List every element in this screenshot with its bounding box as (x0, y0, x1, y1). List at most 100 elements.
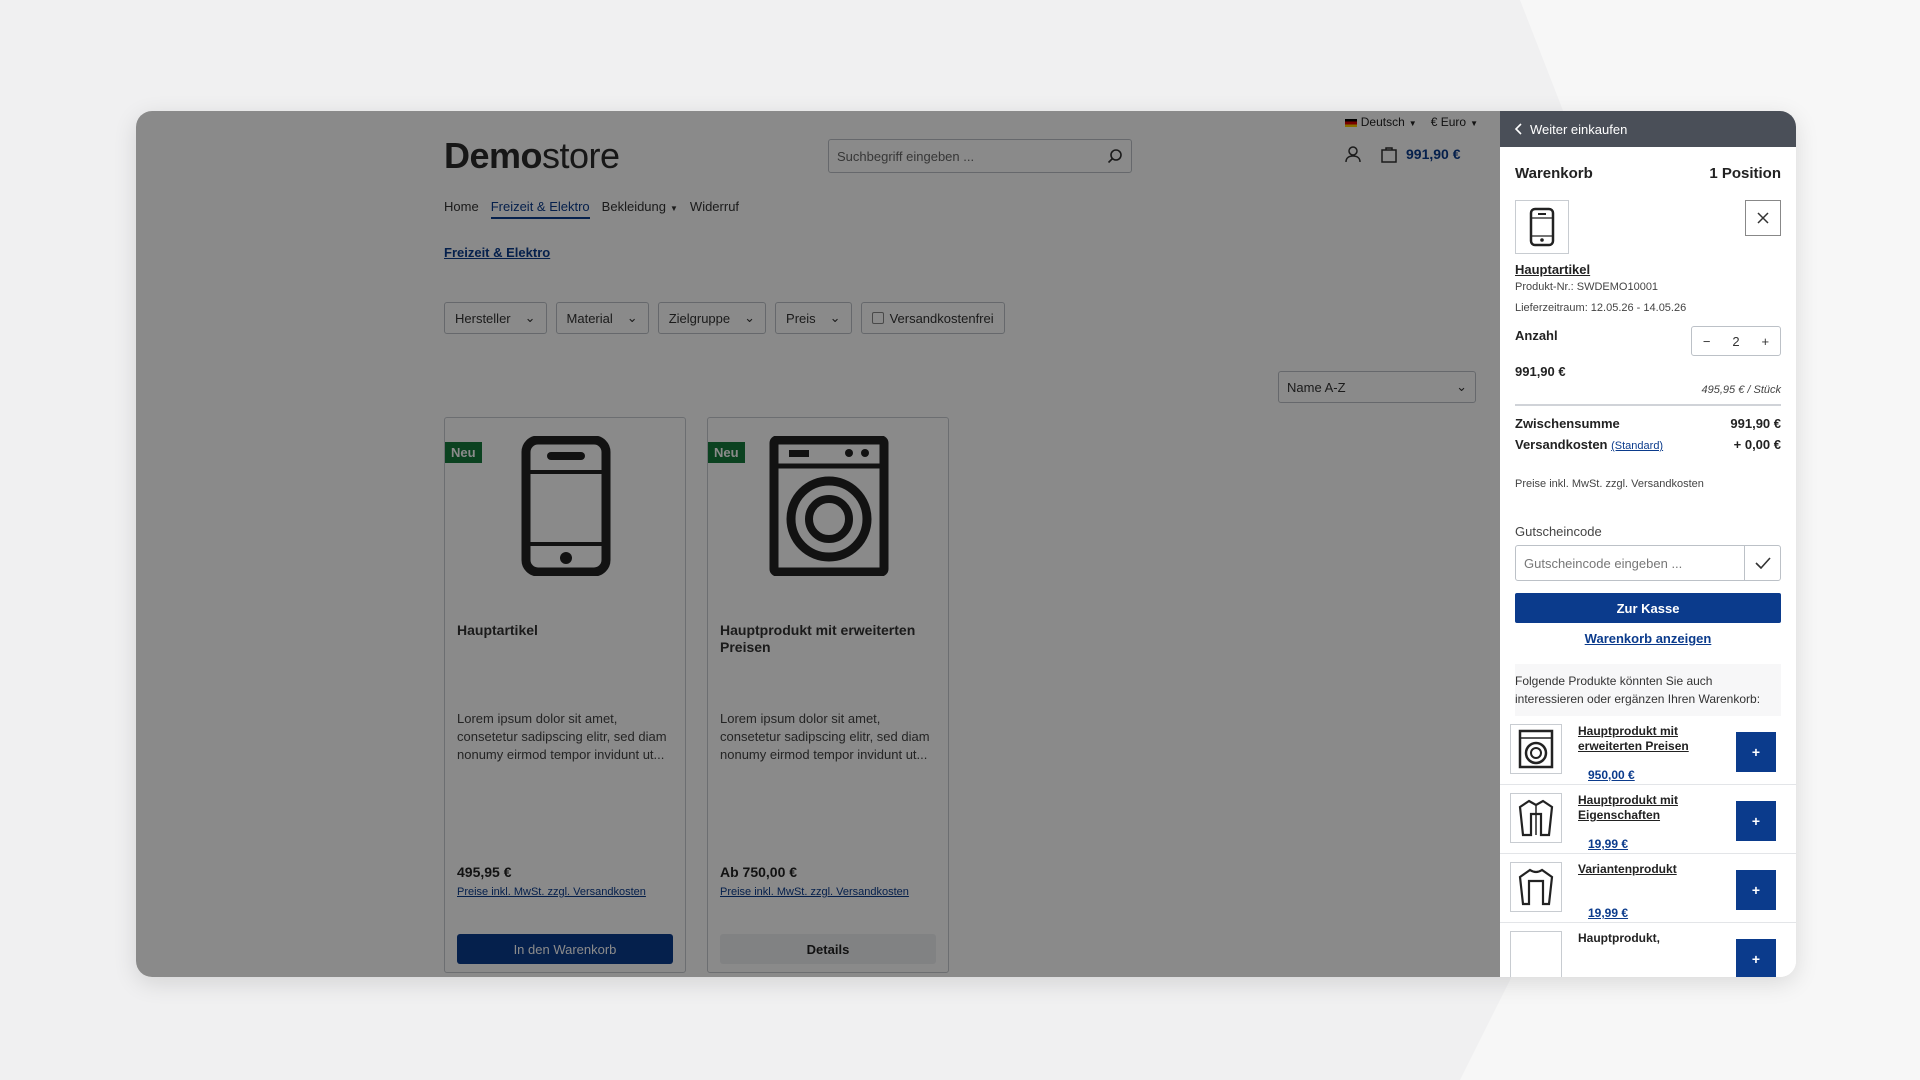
vat-link[interactable]: Preise inkl. MwSt. zzgl. Versandkosten (720, 886, 909, 898)
coupon-input[interactable]: Gutscheincode eingeben ... (1516, 546, 1744, 580)
user-icon[interactable] (1344, 145, 1362, 163)
caret-down-icon: ▼ (1470, 119, 1478, 128)
jacket-icon (1518, 799, 1554, 837)
cart-header: Warenkorb 1 Position (1515, 165, 1781, 182)
close-icon (1757, 212, 1769, 224)
nav-widerruf[interactable]: Widerruf (690, 199, 739, 219)
tax-note: Preise inkl. MwSt. zzgl. Versandkosten (1515, 478, 1704, 490)
vat-link[interactable]: Preise inkl. MwSt. zzgl. Versandkosten (457, 886, 646, 898)
cart-total: 991,90 € (1406, 146, 1461, 162)
product-card[interactable]: Neu Hauptprodukt mit erweiterten Preisen… (707, 417, 949, 973)
quantity-label: Anzahl (1515, 327, 1558, 343)
sort-value: Name A-Z (1287, 379, 1346, 395)
nav-freizeit-elektro[interactable]: Freizeit & Elektro (490, 199, 590, 219)
nav-bekleidung[interactable]: Bekleidung ▼ (602, 199, 678, 219)
recommendation-name[interactable]: Hauptprodukt mit Eigenschaften (1578, 793, 1704, 823)
breadcrumb[interactable]: Freizeit & Elektro (444, 245, 550, 260)
shipping-method-link[interactable]: (Standard) (1611, 440, 1663, 452)
washing-machine-icon (769, 436, 889, 576)
nav-bekleidung-label: Bekleidung (601, 199, 666, 214)
line-item-total: 991,90 € (1515, 364, 1566, 379)
divider (1515, 404, 1781, 406)
chevron-left-icon (1514, 123, 1522, 135)
recommendation-item: Variantenprodukt 19,99 € + (1500, 854, 1796, 923)
caret-down-icon: ▼ (670, 204, 678, 213)
chevron-down-icon: ⌄ (744, 310, 756, 325)
recommendation-item: Hauptprodukt mit Eigenschaften 19,99 € + (1500, 785, 1796, 854)
currency-label: € Euro (1430, 115, 1467, 129)
product-price: 495,95 € (457, 864, 512, 880)
product-card[interactable]: Neu Hauptartikel Lorem ipsum dolor sit a… (444, 417, 686, 973)
quantity-value[interactable]: 2 (1732, 334, 1739, 349)
search-input[interactable]: Suchbegriff eingeben ... (828, 139, 1132, 173)
cart-button[interactable]: 991,90 € (1380, 145, 1461, 163)
recommendation-info: Hauptprodukt mit Eigenschaften (1578, 793, 1704, 823)
shop-page: Deutsch ▼ € Euro ▼ Demostore Suchbegriff e… (136, 111, 1500, 977)
line-item-image[interactable] (1515, 200, 1569, 254)
filter-zielgruppe[interactable]: Zielgruppe ⌄ (657, 302, 767, 334)
recommendation-info: Hauptprodukt, (1578, 931, 1704, 946)
chevron-down-icon: ⌄ (829, 310, 841, 325)
recommendation-image[interactable] (1510, 793, 1562, 843)
checkbox[interactable] (871, 312, 884, 324)
details-button[interactable]: Details (720, 934, 936, 964)
top-bar: Deutsch ▼ € Euro ▼ (1344, 111, 1478, 133)
language-switch[interactable]: Deutsch ▼ (1344, 115, 1417, 129)
bag-icon (1381, 147, 1397, 163)
filter-preis[interactable]: Preis ⌄ (775, 302, 852, 334)
position-count: 1 Position (1709, 165, 1781, 182)
browser-frame: Deutsch ▼ € Euro ▼ Demostore Suchbegriff e… (136, 111, 1796, 977)
coupon-submit-button[interactable] (1744, 546, 1780, 580)
nav-home[interactable]: Home (444, 199, 479, 219)
smartphone-icon (1529, 207, 1555, 247)
quantity-stepper[interactable]: − 2 + (1691, 326, 1781, 356)
line-item-name[interactable]: Hauptartikel (1515, 262, 1781, 277)
new-badge: Neu (708, 442, 745, 463)
search-icon[interactable] (1107, 148, 1123, 164)
filter-versandkostenfrei[interactable]: Versandkostenfrei (860, 302, 1005, 334)
delivery-time: Lieferzeitraum: 12.05.26 - 14.05.26 (1515, 302, 1687, 314)
caret-down-icon: ▼ (1408, 119, 1417, 128)
german-flag-icon (1344, 118, 1357, 127)
subtotal-value: 991,90 € (1730, 416, 1781, 431)
subtotal-row: Zwischensumme 991,90 € (1515, 416, 1781, 431)
view-cart-link[interactable]: Warenkorb anzeigen (1515, 631, 1781, 646)
checkout-button[interactable]: Zur Kasse (1515, 593, 1781, 623)
filter-material[interactable]: Material ⌄ (555, 302, 649, 334)
quantity-row: Anzahl − 2 + (1515, 326, 1781, 356)
product-name[interactable]: Hauptprodukt mit erweiterten Preisen (720, 622, 940, 656)
filter-hersteller[interactable]: Hersteller ⌄ (444, 302, 547, 334)
add-to-cart-button[interactable]: In den Warenkorb (457, 934, 673, 964)
recommendation-name[interactable]: Hauptprodukt, (1578, 931, 1704, 946)
recommendation-name[interactable]: Variantenprodukt (1578, 862, 1704, 877)
product-description: Lorem ipsum dolor sit amet, consetetur s… (720, 711, 930, 762)
filter-label: Versandkostenfrei (889, 310, 994, 326)
add-recommendation-button[interactable]: + (1736, 801, 1776, 841)
add-recommendation-button[interactable]: + (1736, 939, 1776, 977)
sort-select[interactable]: Name A-Z ⌄ (1278, 371, 1476, 403)
currency-switch[interactable]: € Euro ▼ (1431, 115, 1478, 129)
shipping-value: + 0,00 € (1733, 437, 1781, 452)
plus-icon[interactable]: + (1761, 334, 1769, 349)
add-recommendation-button[interactable]: + (1736, 870, 1776, 910)
recommendation-image[interactable] (1510, 931, 1562, 977)
filter-label: Hersteller (455, 310, 511, 326)
product-name[interactable]: Hauptartikel (457, 622, 677, 639)
logo[interactable]: Demostore (444, 135, 620, 177)
recommendation-price[interactable]: 950,00 € (1588, 768, 1635, 782)
cart-title: Warenkorb (1515, 165, 1593, 182)
remove-item-button[interactable] (1745, 200, 1781, 236)
recommendation-price[interactable]: 19,99 € (1588, 906, 1628, 920)
washing-machine-icon (1518, 729, 1554, 769)
recommendation-image[interactable] (1510, 724, 1562, 774)
continue-shopping-button[interactable]: Weiter einkaufen (1500, 111, 1796, 147)
minus-icon[interactable]: − (1703, 334, 1711, 349)
logo-light: store (542, 135, 620, 176)
recommendation-name[interactable]: Hauptprodukt mit erweiterten Preisen (1578, 724, 1704, 754)
add-recommendation-button[interactable]: + (1736, 732, 1776, 772)
cart-drawer: Weiter einkaufen Warenkorb 1 Position Ha… (1500, 111, 1796, 977)
recommendation-image[interactable] (1510, 862, 1562, 912)
filter-bar: Hersteller ⌄ Material ⌄ Zielgruppe ⌄ Preis ⌄… (444, 302, 1005, 334)
recommendation-price[interactable]: 19,99 € (1588, 837, 1628, 851)
recommendations-intro: Folgende Produkte könnten Sie auch inter… (1515, 674, 1761, 706)
